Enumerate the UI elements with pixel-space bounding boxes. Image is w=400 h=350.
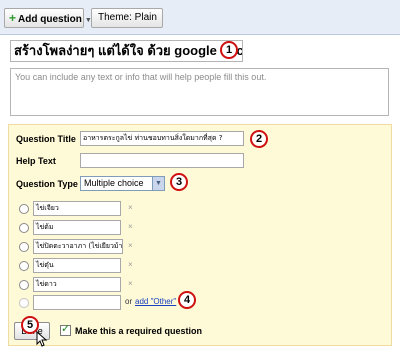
choice-radio-4[interactable] [19,261,29,271]
choice-radio-2[interactable] [19,223,29,233]
or-text: or [125,297,133,306]
remove-icon[interactable]: × [128,241,133,250]
remove-icon[interactable]: × [128,222,133,231]
theme-button[interactable]: Theme: Plain [91,8,163,28]
help-text-label: Help Text [16,156,56,166]
remove-icon[interactable]: × [128,279,133,288]
required-question-label: Make this a required question [75,326,203,336]
add-other-link[interactable]: add "Other" [135,297,176,306]
remove-icon[interactable]: × [128,203,133,212]
remove-icon[interactable]: × [128,260,133,269]
new-choice-radio [19,298,29,308]
callout-3: 3 [170,173,188,191]
new-choice-input[interactable] [33,295,121,310]
question-title-input[interactable]: อาหารตระกูลไข่ ท่านชอบทานสิ่งใดมากที่สุด… [80,131,244,146]
choice-input-5[interactable]: ไข่ดาว [33,277,121,292]
choice-radio-5[interactable] [19,280,29,290]
form-description-input[interactable]: You can include any text or info that wi… [10,68,389,116]
callout-4: 4 [178,291,196,309]
choice-input-1[interactable]: ไข่เจียว [33,201,121,216]
question-type-select[interactable]: Multiple choice ▼ [80,176,165,191]
form-title-input[interactable]: สร้างโพลง่ายๆ แต่ได้ใจ ด้วย google docs [10,40,243,62]
choice-input-3[interactable]: ไข่ปิดตะวาอาภา (ไข่เยียวม้า) [33,239,123,254]
add-question-button[interactable]: + Add question ▼ [4,8,92,28]
checkmark-icon: ✓ [61,322,71,335]
form-toolbar: + Add question ▼ Theme: Plain [0,0,400,35]
choice-radio-3[interactable] [19,242,29,252]
question-title-label: Question Title [16,134,76,144]
chevron-down-icon: ▼ [152,177,164,190]
choice-input-2[interactable]: ไข่ต้ม [33,220,121,235]
callout-1: 1 [220,41,238,59]
plus-icon: + [9,11,17,25]
choice-radio-1[interactable] [19,204,29,214]
choice-input-4[interactable]: ไข่ตุ๋น [33,258,121,273]
question-type-value: Multiple choice [84,178,144,188]
required-checkbox[interactable]: ✓ [60,322,71,336]
help-text-input[interactable] [80,153,244,168]
add-question-label: Add question [18,14,82,25]
callout-2: 2 [250,130,268,148]
mouse-cursor-icon [36,331,48,347]
question-type-label: Question Type [16,179,78,189]
